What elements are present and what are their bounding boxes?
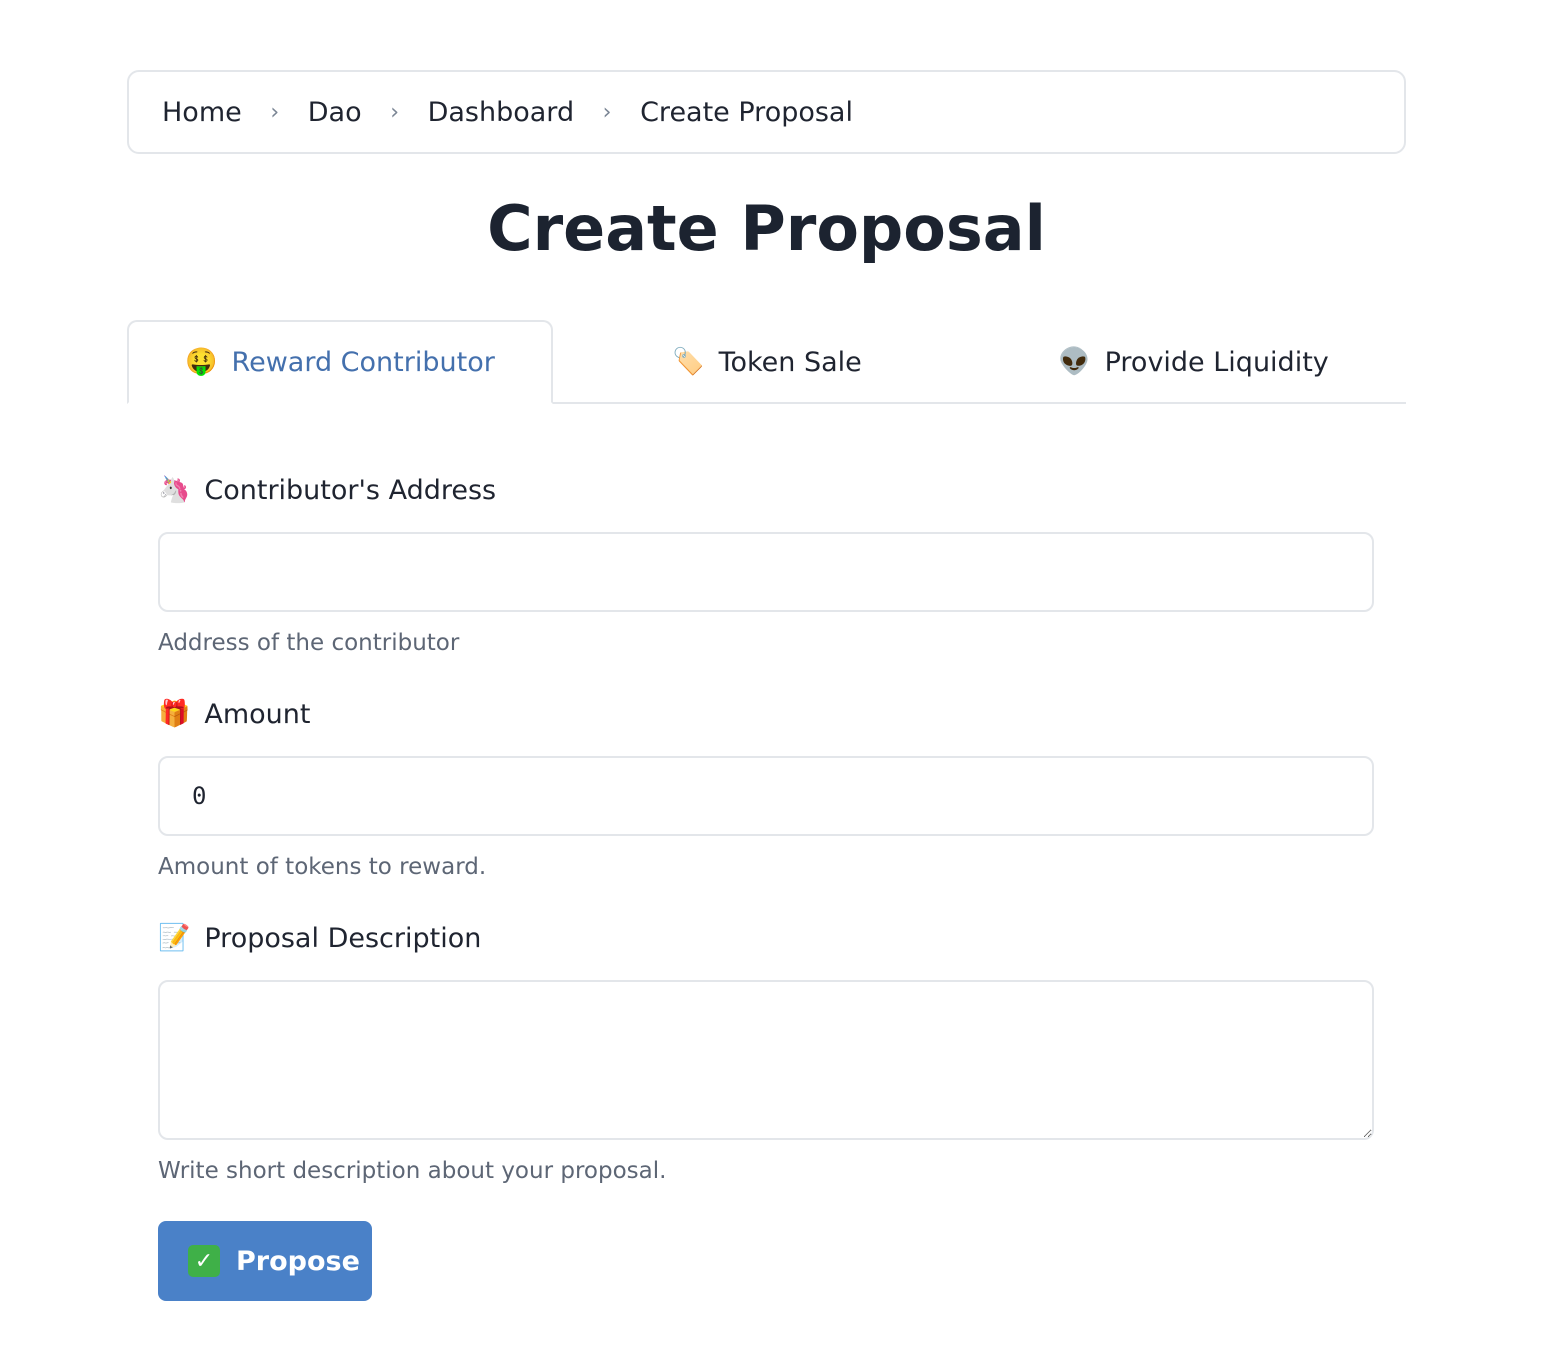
- breadcrumb-dashboard[interactable]: Dashboard: [428, 97, 574, 128]
- tab-label: Reward Contributor: [231, 346, 495, 378]
- amount-help-text: Amount of tokens to reward.: [158, 854, 487, 880]
- page-title: Create Proposal: [487, 192, 1046, 265]
- tab-label: Provide Liquidity: [1104, 346, 1329, 378]
- alien-icon: 👽: [1058, 347, 1091, 377]
- proposal-type-tabs: 🤑 Reward Contributor 🏷️ Token Sale 👽 Pro…: [127, 320, 1406, 404]
- chevron-right-icon: ›: [270, 99, 280, 125]
- tab-provide-liquidity[interactable]: 👽 Provide Liquidity: [981, 320, 1406, 404]
- chevron-right-icon: ›: [602, 99, 612, 125]
- breadcrumb: Home › Dao › Dashboard › Create Proposal: [127, 70, 1406, 154]
- amount-input[interactable]: [158, 756, 1374, 836]
- description-label-text: Proposal Description: [204, 922, 482, 954]
- tab-label: Token Sale: [718, 346, 862, 378]
- address-help-text: Address of the contributor: [158, 630, 460, 656]
- amount-label-text: Amount: [204, 698, 311, 730]
- propose-button-label: Propose: [236, 1245, 360, 1277]
- amount-field-group: 🎁 Amount Amount of tokens to reward.: [158, 694, 1374, 882]
- description-field-group: 📝 Proposal Description Write short descr…: [158, 918, 1374, 1186]
- contributor-address-input[interactable]: [158, 532, 1374, 612]
- breadcrumb-current: Create Proposal: [640, 96, 853, 128]
- check-mark-icon: ✓: [188, 1245, 220, 1277]
- propose-button[interactable]: ✓ Propose: [158, 1221, 372, 1301]
- memo-icon: 📝: [158, 923, 191, 953]
- gift-icon: 🎁: [158, 699, 191, 729]
- chevron-right-icon: ›: [390, 99, 399, 125]
- page-container: Home › Dao › Dashboard › Create Proposal…: [127, 70, 1406, 404]
- address-label-text: Contributor's Address: [204, 474, 497, 506]
- reward-contributor-form: 🦄 Contributor's Address Address of the c…: [158, 470, 1374, 1301]
- description-label: 📝 Proposal Description: [158, 918, 1374, 958]
- breadcrumb-home[interactable]: Home: [162, 97, 242, 128]
- breadcrumb-dao[interactable]: Dao: [308, 97, 362, 128]
- description-help-text: Write short description about your propo…: [158, 1158, 667, 1184]
- money-mouth-face-icon: 🤑: [185, 347, 218, 377]
- tab-token-sale[interactable]: 🏷️ Token Sale: [553, 320, 981, 404]
- amount-label: 🎁 Amount: [158, 694, 1374, 734]
- proposal-description-textarea[interactable]: [158, 980, 1374, 1140]
- label-tag-icon: 🏷️: [672, 347, 705, 377]
- address-field-group: 🦄 Contributor's Address Address of the c…: [158, 470, 1374, 658]
- address-label: 🦄 Contributor's Address: [158, 470, 1374, 510]
- unicorn-icon: 🦄: [158, 475, 191, 505]
- tab-reward-contributor[interactable]: 🤑 Reward Contributor: [127, 320, 553, 404]
